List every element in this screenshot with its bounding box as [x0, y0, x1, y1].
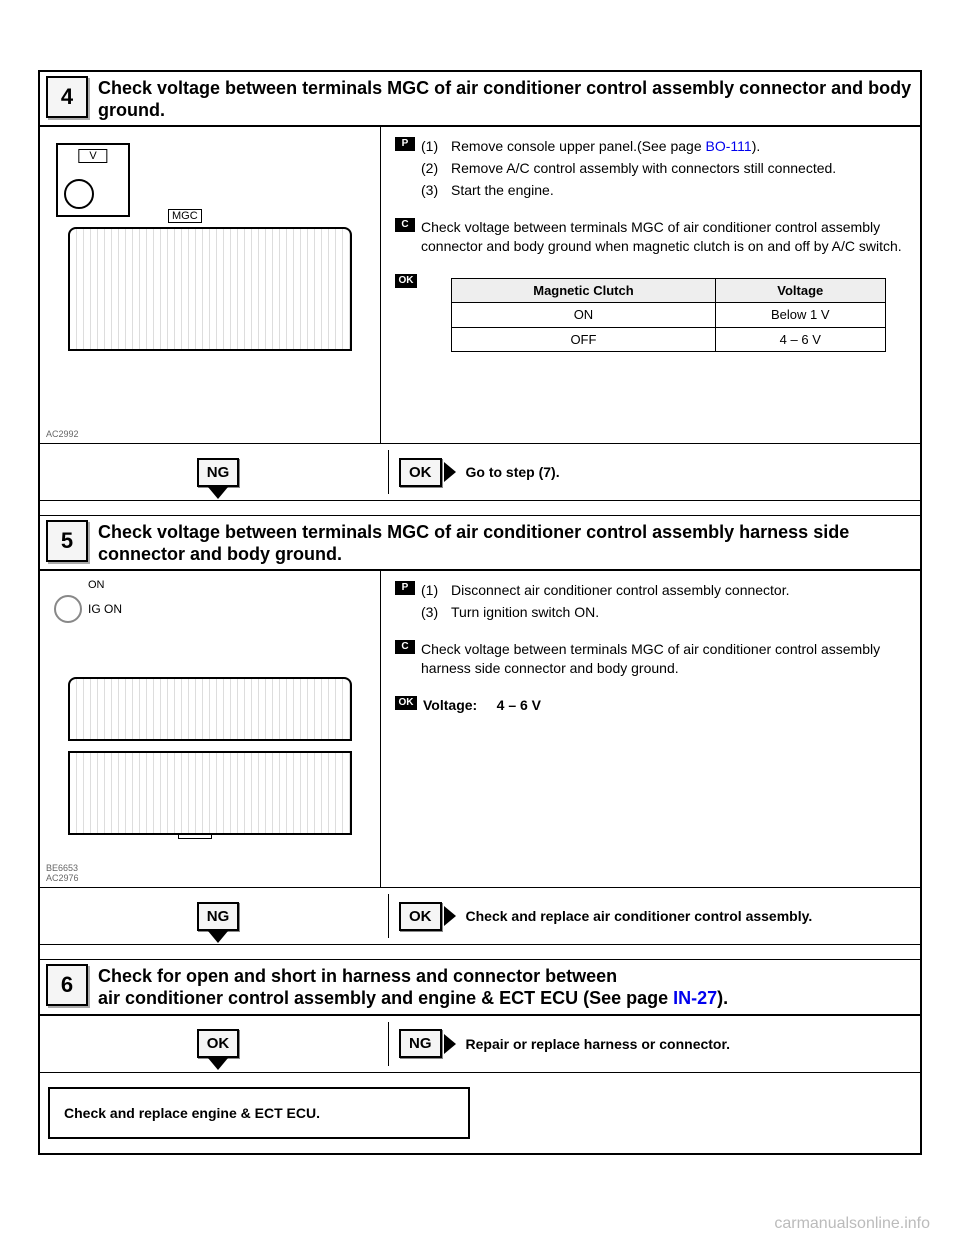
- table-header: Voltage: [715, 278, 885, 303]
- manual-page: 4 Check voltage between terminals MGC of…: [38, 70, 922, 1155]
- list-item: (1) Disconnect air conditioner control a…: [421, 581, 906, 600]
- table-cell: OFF: [452, 327, 716, 352]
- voltage-table: Magnetic Clutch Voltage ON Below 1 V OFF…: [451, 278, 886, 353]
- table-cell: ON: [452, 303, 716, 328]
- step-4: 4 Check voltage between terminals MGC of…: [40, 72, 920, 501]
- step-5-diagram-col: ON IG ON MGC BE6653 AC2976: [40, 571, 381, 887]
- step-5-instructions: P (1) Disconnect air conditioner control…: [381, 571, 920, 887]
- ng-indicator: NG: [190, 902, 246, 931]
- voltage-label: Voltage:: [423, 697, 477, 713]
- ok-icon: OK: [395, 696, 417, 710]
- check-icon: C: [395, 640, 415, 654]
- item-text: Remove A/C control assembly with connect…: [451, 159, 836, 178]
- ng-label: NG: [197, 902, 240, 931]
- step-number-badge: 6: [46, 964, 88, 1006]
- step-4-body: MGC AC2992 P (1) Remove console upper pa…: [40, 127, 920, 443]
- table-cell: Below 1 V: [715, 303, 885, 328]
- voltage-value: 4 – 6 V: [497, 697, 541, 713]
- ok-label: OK: [197, 1029, 240, 1058]
- ng-instruction: Repair or replace harness or connector.: [466, 1036, 731, 1052]
- list-item: (1) Remove console upper panel.(See page…: [421, 137, 906, 156]
- final-action-box: Check and replace engine & ECT ECU.: [48, 1087, 470, 1139]
- ok-indicator: OK: [190, 1029, 246, 1058]
- item-number: (3): [421, 603, 451, 622]
- table-cell: 4 – 6 V: [715, 327, 885, 352]
- ok-label: OK: [399, 902, 442, 931]
- step-5-result-bar: NG OK Check and replace air conditioner …: [40, 887, 920, 944]
- step-4-instructions: P (1) Remove console upper panel.(See pa…: [381, 127, 920, 443]
- ok-instruction: Check and replace air conditioner contro…: [466, 908, 813, 924]
- step-4-title: Check voltage between terminals MGC of a…: [98, 76, 914, 121]
- prep-list: (1) Remove console upper panel.(See page…: [421, 137, 906, 200]
- ng-label: NG: [197, 458, 240, 487]
- item-text: Turn ignition switch ON.: [451, 603, 599, 622]
- page-link[interactable]: BO-111: [706, 138, 752, 154]
- ng-label: NG: [399, 1029, 442, 1058]
- item-text: Start the engine.: [451, 181, 554, 200]
- step-6: 6 Check for open and short in harness an…: [40, 959, 920, 1072]
- mgc-label: MGC: [168, 209, 202, 223]
- item-number: (1): [421, 137, 451, 156]
- ig-on-indicator: IG ON: [54, 595, 366, 623]
- ig-on-label: IG ON: [88, 602, 122, 616]
- ok-label: OK: [399, 458, 442, 487]
- voltmeter-diagram: MGC AC2992: [40, 127, 380, 443]
- harness-connector-illustration: [68, 751, 352, 835]
- ok-result: OK Go to step (7).: [388, 450, 859, 494]
- check-text: Check voltage between terminals MGC of a…: [421, 640, 906, 678]
- list-item: (2) Remove A/C control assembly with con…: [421, 159, 906, 178]
- list-item: (3) Start the engine.: [421, 181, 906, 200]
- step-5-header: 5 Check voltage between terminals MGC of…: [40, 516, 920, 571]
- voltmeter-icon: [56, 143, 130, 217]
- on-label: ON: [88, 579, 372, 591]
- step-4-diagram-col: MGC AC2992: [40, 127, 381, 443]
- step-6-header: 6 Check for open and short in harness an…: [40, 960, 920, 1015]
- ok-icon: OK: [395, 274, 417, 288]
- prep-icon: P: [395, 581, 415, 595]
- diagram-code: AC2992: [46, 429, 79, 439]
- prep-icon: P: [395, 137, 415, 151]
- page-link[interactable]: IN-27: [673, 988, 717, 1008]
- check-text: Check voltage between terminals MGC of a…: [421, 218, 906, 256]
- list-item: (3) Turn ignition switch ON.: [421, 603, 906, 622]
- step-5-title: Check voltage between terminals MGC of a…: [98, 520, 914, 565]
- item-text: Disconnect air conditioner control assem…: [451, 581, 790, 600]
- item-text: Remove console upper panel.(See page BO-…: [451, 137, 760, 156]
- ng-indicator: NG: [190, 458, 246, 487]
- table-header: Magnetic Clutch: [452, 278, 716, 303]
- ng-result: NG Repair or replace harness or connecto…: [388, 1022, 859, 1066]
- diagram-code: BE6653 AC2976: [46, 863, 79, 883]
- ok-instruction: Go to step (7).: [466, 464, 560, 480]
- step-5-body: ON IG ON MGC BE6653 AC2976 P: [40, 571, 920, 887]
- prep-list: (1) Disconnect air conditioner control a…: [421, 581, 906, 622]
- step-4-header: 4 Check voltage between terminals MGC of…: [40, 72, 920, 127]
- ignition-diagram: ON IG ON MGC BE6653 AC2976: [40, 571, 380, 887]
- step-4-result-bar: NG OK Go to step (7).: [40, 443, 920, 500]
- item-number: (1): [421, 581, 451, 600]
- page-footer-watermark: carmanualsonline.info: [0, 1195, 960, 1243]
- step-5: 5 Check voltage between terminals MGC of…: [40, 515, 920, 945]
- connector-illustration: [68, 677, 352, 741]
- connector-illustration: [68, 227, 352, 351]
- item-number: (2): [421, 159, 451, 178]
- step-number-badge: 5: [46, 520, 88, 562]
- check-icon: C: [395, 218, 415, 232]
- step-6-result-bar: OK NG Repair or replace harness or conne…: [40, 1016, 920, 1072]
- ok-result: OK Check and replace air conditioner con…: [388, 894, 859, 938]
- ignition-icon: [54, 595, 82, 623]
- step-6-title: Check for open and short in harness and …: [98, 964, 728, 1009]
- step-number-badge: 4: [46, 76, 88, 118]
- item-number: (3): [421, 181, 451, 200]
